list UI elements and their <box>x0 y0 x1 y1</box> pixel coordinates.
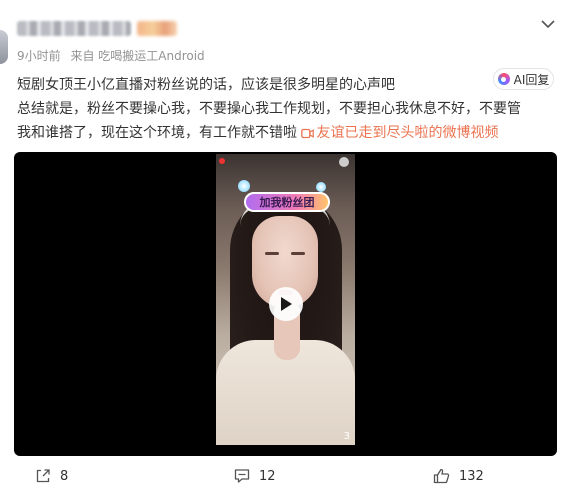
chevron-down-icon[interactable] <box>538 16 558 32</box>
play-icon[interactable] <box>269 287 303 321</box>
post-actions: 8 12 132 <box>0 464 569 492</box>
comment-icon <box>234 469 250 483</box>
share-button[interactable]: 8 <box>35 468 68 484</box>
post-source[interactable]: 来自 吃喝搬运工Android <box>70 49 204 63</box>
like-icon <box>433 468 450 484</box>
post-text-line-2: 总结就是，粉丝不要操心我，不要操心我工作规划，不要担心我休息不好，不要管 <box>17 101 521 117</box>
ai-reply-button[interactable]: AI回复 <box>493 68 554 90</box>
post-meta: 9小时前 来自 吃喝搬运工Android <box>17 47 211 64</box>
post-text-line-3-body: 我和谁搭了，现在这个环境，有工作就不错啦 <box>17 125 297 141</box>
live-dot <box>219 158 225 164</box>
video-link-label: 友谊已走到尽头啦的微博视频 <box>316 125 499 141</box>
platform-logo <box>337 157 349 167</box>
like-button[interactable]: 132 <box>433 468 484 484</box>
avatar[interactable] <box>0 30 8 64</box>
comment-button[interactable]: 12 <box>234 468 276 484</box>
video-link[interactable]: 友谊已走到尽头啦的微博视频 <box>301 125 498 141</box>
weibo-post-card: 9小时前 来自 吃喝搬运工Android AI回复 短剧女顶王小亿直播对粉丝说的… <box>0 0 569 492</box>
video-corner-mark: 3 <box>343 431 350 442</box>
comment-count: 12 <box>259 468 276 484</box>
author-badge-blurred <box>137 21 177 36</box>
fan-club-badge: 加我粉丝团 <box>238 180 334 214</box>
video-camera-icon <box>301 128 315 139</box>
ai-icon <box>497 73 510 85</box>
share-icon <box>36 469 50 483</box>
ai-reply-label: AI回复 <box>513 72 550 87</box>
post-text-line-3: 我和谁搭了，现在这个环境，有工作就不错啦 友谊已走到尽头啦的微博视频 <box>17 122 498 142</box>
fan-club-badge-text: 加我粉丝团 <box>259 196 315 209</box>
post-text-line-1: 短剧女顶王小亿直播对粉丝说的话，应该是很多明星的心声吧 <box>17 77 395 93</box>
author-name-blurred[interactable] <box>17 21 131 36</box>
video-player[interactable]: 加我粉丝团 3 <box>14 152 557 456</box>
like-count: 132 <box>459 468 484 484</box>
post-time: 9小时前 <box>17 49 61 63</box>
share-count: 8 <box>60 468 69 484</box>
